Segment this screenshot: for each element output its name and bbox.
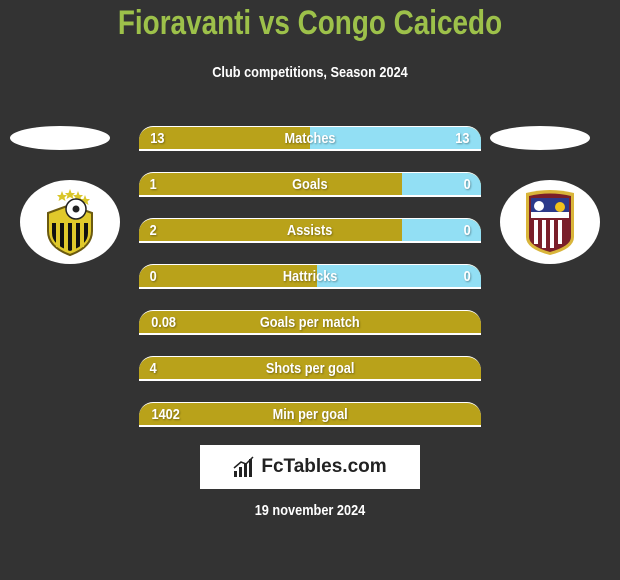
- right-player-name-placeholder: [490, 126, 590, 150]
- fctables-brand-logo[interactable]: FcTables.com: [200, 445, 420, 489]
- right-club-logo: [500, 180, 600, 264]
- stat-bar-hattricks: 0 Hattricks 0: [139, 264, 481, 289]
- left-club-crest-icon: [47, 189, 93, 257]
- right-club-crest-icon: [526, 190, 574, 255]
- stat-label: Shots per goal: [265, 359, 355, 377]
- report-date: 19 november 2024: [254, 502, 366, 519]
- stat-bar-shots-per-goal: 4 Shots per goal: [139, 356, 481, 381]
- stat-label: Min per goal: [272, 405, 348, 423]
- stat-bar-matches: 13 Matches 13: [139, 126, 481, 151]
- competition-subtitle: Club competitions, Season 2024: [212, 64, 408, 81]
- right-player-value: 0: [463, 221, 471, 239]
- stat-bar-goals-per-match: 0.08 Goals per match: [139, 310, 481, 335]
- stat-label: Assists: [287, 221, 333, 239]
- bar-chart-icon: [233, 456, 254, 477]
- left-player-name-placeholder: [10, 126, 110, 150]
- stat-label: Hattricks: [282, 267, 338, 285]
- right-player-value: 13: [455, 129, 470, 147]
- stat-bar-goals: 1 Goals 0: [139, 172, 481, 197]
- right-player-value: 0: [463, 175, 471, 193]
- stat-label: Goals per match: [260, 313, 360, 331]
- left-club-logo: [20, 180, 120, 264]
- right-player-value: 0: [463, 267, 471, 285]
- brand-name: FcTables.com: [261, 456, 387, 477]
- stat-label: Matches: [284, 129, 336, 147]
- stat-label: Goals: [292, 175, 328, 193]
- stat-bar-assists: 2 Assists 0: [139, 218, 481, 243]
- stat-bar-min-per-goal: 1402 Min per goal: [139, 402, 481, 427]
- page-title: Fioravanti vs Congo Caicedo: [117, 4, 503, 42]
